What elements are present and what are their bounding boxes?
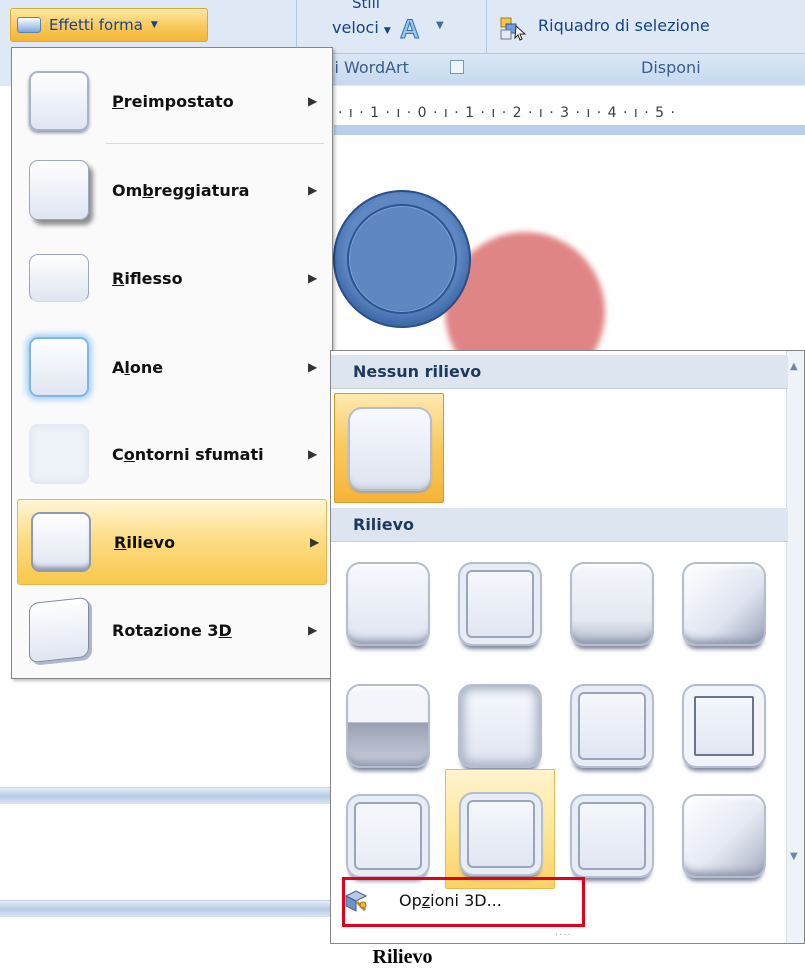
bevel-submenu: ▲ ▼ Nessun rilievo Rilievo Opzioni 3D...…	[330, 350, 805, 944]
bevel-thumbnail	[31, 512, 91, 572]
3d-options-menu-item[interactable]: Opzioni 3D...	[331, 874, 788, 932]
menu-divider	[106, 143, 324, 144]
submenu-arrow-icon: ▶	[308, 94, 318, 108]
scroll-up-icon[interactable]: ▲	[790, 361, 798, 372]
menu-item-reflection[interactable]: Riflesso ▶	[16, 238, 328, 318]
submenu-arrow-icon: ▶	[308, 447, 318, 461]
bevel-option-cool-slant[interactable]	[669, 549, 779, 659]
menu-item-label: Contorni sfumati	[112, 444, 264, 464]
menu-item-shadow[interactable]: Ombreggiatura ▶	[16, 150, 328, 230]
wordart-styles-group-label: li WordArt	[330, 58, 409, 77]
preset-thumbnail	[29, 71, 89, 131]
bevel-option-convex[interactable]	[557, 671, 667, 781]
resize-grip-icon[interactable]: ····	[555, 930, 572, 941]
menu-item-bevel[interactable]: Rilievo ▶	[17, 499, 327, 585]
chevron-down-icon[interactable]: ▼	[436, 20, 444, 31]
bevel-option-relaxed-inset[interactable]	[445, 549, 555, 659]
menu-item-label: Rilievo	[114, 532, 176, 552]
quick-styles-button[interactable]: veloci ▼	[332, 18, 391, 37]
menu-item-3d-rotation[interactable]: Rotazione 3D ▶	[16, 590, 328, 670]
reflection-thumbnail	[29, 254, 89, 302]
selection-pane-label[interactable]: Riquadro di selezione	[538, 16, 710, 35]
bevel-option-riblet[interactable]	[445, 769, 555, 889]
menu-item-preset[interactable]: Preimpostato ▶	[16, 61, 328, 141]
bevel-header: Rilievo	[331, 508, 788, 542]
menu-item-label: Preimpostato	[112, 91, 234, 111]
shadow-thumbnail	[29, 160, 89, 220]
glow-thumbnail	[29, 337, 89, 397]
bevel-option-cross[interactable]	[557, 549, 667, 659]
shape-effects-button[interactable]: Effetti forma ▼	[10, 8, 208, 42]
submenu-arrow-icon: ▶	[308, 360, 318, 374]
no-bevel-header: Nessun rilievo	[331, 355, 788, 389]
shape-effects-label: Effetti forma	[49, 16, 143, 34]
menu-item-label: Alone	[112, 357, 164, 377]
selection-pane-icon[interactable]	[500, 17, 528, 41]
bevel-option-slope[interactable]	[669, 671, 779, 781]
figure-caption: Rilievo	[372, 946, 433, 968]
soft-edges-thumbnail	[29, 424, 89, 484]
bevel-option-angle[interactable]	[333, 671, 443, 781]
background-stripe	[0, 900, 330, 917]
chevron-down-icon: ▼	[383, 26, 391, 36]
arrange-group-label: Disponi	[641, 58, 701, 77]
menu-item-glow[interactable]: Alone ▶	[16, 327, 328, 407]
blue-bevel-shape[interactable]	[333, 190, 471, 328]
bevel-option-soft-round[interactable]	[445, 671, 555, 781]
menu-item-label: Ombreggiatura	[112, 180, 250, 200]
gallery-scrollbar[interactable]: ▲ ▼	[786, 351, 804, 943]
submenu-arrow-icon: ▶	[308, 271, 318, 285]
chevron-down-icon: ▼	[150, 20, 158, 30]
menu-item-label: Riflesso	[112, 268, 183, 288]
annotation-highlight-box	[342, 877, 585, 927]
bevel-option-circle[interactable]	[333, 549, 443, 659]
3d-rotation-thumbnail	[29, 596, 89, 664]
quick-styles-label: veloci	[332, 18, 379, 37]
ruler-ticks: · ı · 1 · ı · 0 · ı · 1 · ı · 2 · ı · 3 …	[338, 105, 676, 121]
shape-effects-icon	[17, 17, 41, 33]
horizontal-ruler: · ı · 1 · ı · 0 · ı · 1 · ı · 2 · ı · 3 …	[334, 99, 805, 135]
wordart-text-fill-icon[interactable]: A	[400, 15, 420, 43]
dialog-launcher-icon[interactable]	[450, 60, 464, 74]
quick-styles-label-top[interactable]: Stili	[352, 0, 380, 12]
menu-item-label: Rotazione 3D	[112, 620, 232, 640]
shape-effects-menu: Preimpostato ▶ Ombreggiatura ▶ Riflesso …	[11, 47, 333, 679]
bevel-option-none[interactable]	[334, 393, 444, 503]
menu-item-soft-edges[interactable]: Contorni sfumati ▶	[16, 414, 328, 494]
submenu-arrow-icon: ▶	[308, 183, 318, 197]
submenu-arrow-icon: ▶	[308, 623, 318, 637]
scroll-down-icon[interactable]: ▼	[790, 851, 798, 862]
submenu-arrow-icon: ▶	[310, 535, 320, 549]
background-stripe	[0, 787, 330, 804]
